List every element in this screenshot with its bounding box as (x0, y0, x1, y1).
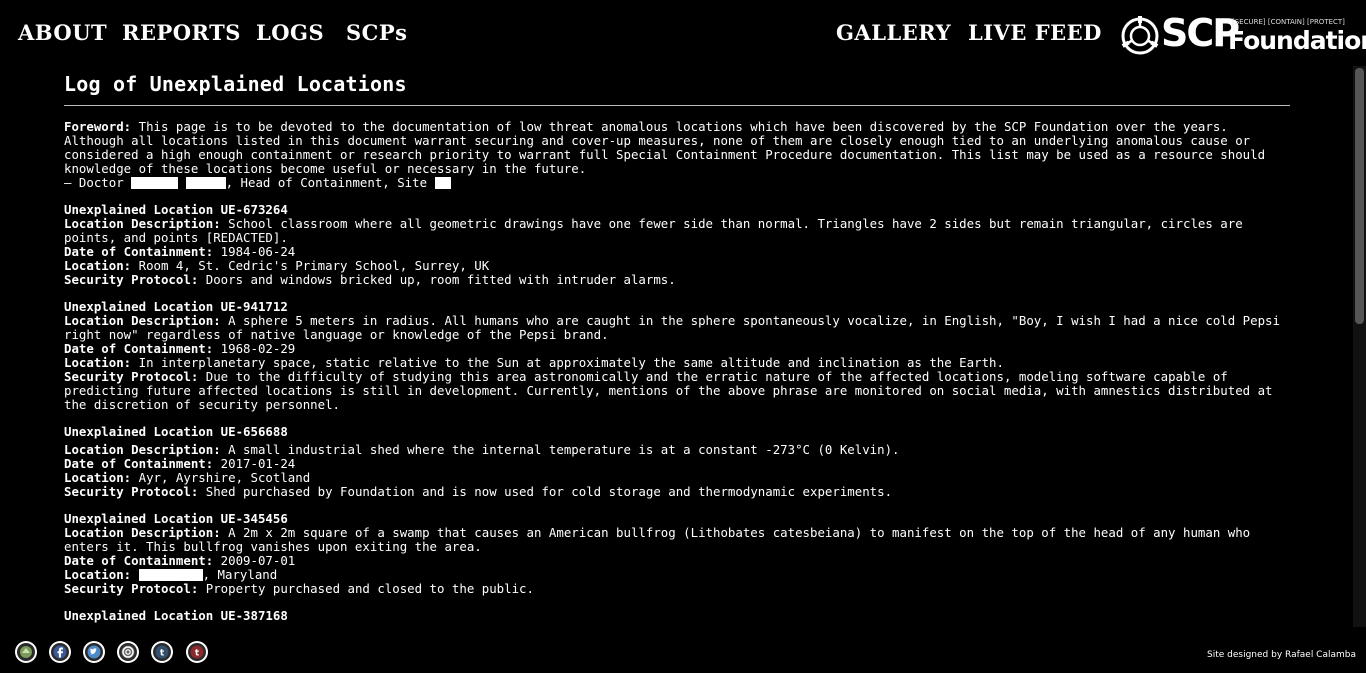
scrollbar-thumb[interactable] (1355, 68, 1364, 324)
description-text: School classroom where all geometric dra… (64, 216, 1243, 245)
tumblr-alt-icon[interactable]: t (184, 639, 210, 665)
page-scrollbar[interactable] (1353, 66, 1366, 627)
logo-foundation-text: Foundation (1228, 26, 1366, 55)
description-text: A sphere 5 meters in radius. All humans … (64, 313, 1280, 342)
scp-foundation-logo[interactable]: SCP [SECURE] [CONTAIN] [PROTECT] Foundat… (1120, 11, 1366, 58)
svg-text:t: t (160, 649, 165, 659)
entry-date: Date of Containment: 2009-07-01 (64, 554, 1290, 568)
protocol-label: Security Protocol: (64, 581, 199, 596)
twitter-icon[interactable] (81, 639, 107, 665)
entry-date: Date of Containment: 1968-02-29 (64, 342, 1290, 356)
date-label: Date of Containment: (64, 456, 214, 471)
location-value: Ayr, Ayrshire, Scotland (138, 470, 311, 485)
title-divider (64, 105, 1290, 106)
entry-protocol: Security Protocol: Doors and windows bri… (64, 273, 1290, 287)
description-text: A 2m x 2m square of a swamp that causes … (64, 525, 1251, 554)
entry-date: Date of Containment: 1984-06-24 (64, 245, 1290, 259)
protocol-value: Due to the difficulty of studying this a… (64, 369, 1273, 412)
logo-tagline: [SECURE] [CONTAIN] [PROTECT] (1232, 18, 1345, 26)
protocol-label: Security Protocol: (64, 484, 199, 499)
date-value: 1984-06-24 (220, 244, 296, 259)
date-label: Date of Containment: (64, 553, 214, 568)
entry-description: Location Description: A 2m x 2m square o… (64, 526, 1290, 554)
entry-title: Unexplained Location UE-941712 (64, 299, 288, 314)
nav-live-feed-link[interactable]: LIVE FEED (968, 20, 1102, 45)
protocol-value: Doors and windows bricked up, room fitte… (205, 272, 676, 287)
redaction-bar (138, 569, 203, 581)
foreword: Foreword: This page is to be devoted to … (64, 120, 1290, 190)
scp-seal-icon (1121, 16, 1159, 55)
redaction-bar (185, 177, 226, 189)
main-content: Log of Unexplained Locations Foreword: T… (64, 66, 1290, 627)
entry-title: Unexplained Location UE-673264 (64, 202, 288, 217)
entry-title: Unexplained Location UE-656688 (64, 424, 288, 439)
description-label: Location Description: (64, 525, 221, 540)
entry-location: Location: In interplanetary space, stati… (64, 356, 1290, 370)
entry-protocol: Security Protocol: Due to the difficulty… (64, 370, 1290, 412)
date-value: 2017-01-24 (220, 456, 296, 471)
scp-seal-icon[interactable] (115, 639, 141, 665)
location-value: In interplanetary space, static relative… (138, 355, 1004, 370)
nav-gallery-link[interactable]: GALLERY (836, 20, 951, 45)
location-label: Location: (64, 567, 132, 582)
tumblr-icon[interactable]: t (149, 639, 175, 665)
location-value: , Maryland (202, 567, 278, 582)
description-label: Location Description: (64, 442, 221, 457)
location-entry: Unexplained Location UE-387168 (64, 609, 1290, 623)
location-entry: Unexplained Location UE-941712 Location … (64, 300, 1290, 412)
date-value: 2009-07-01 (220, 553, 296, 568)
entry-protocol: Security Protocol: Property purchased an… (64, 582, 1290, 596)
location-label: Location: (64, 258, 132, 273)
logo-scp-text: SCP (1161, 11, 1240, 55)
nav-reports-link[interactable]: REPORTS (122, 20, 241, 45)
signature-suffix: , Head of Containment, Site (225, 175, 428, 190)
nav-about-link[interactable]: ABOUT (18, 20, 107, 45)
location-label: Location: (64, 470, 132, 485)
facebook-icon[interactable] (47, 639, 73, 665)
top-navigation: ABOUT REPORTS LOGS SCPs GALLERY LIVE FEE… (0, 0, 1366, 66)
date-value: 1968-02-29 (220, 341, 296, 356)
location-label: Location: (64, 355, 132, 370)
location-entry: Unexplained Location UE-345456 Location … (64, 512, 1290, 596)
description-label: Location Description: (64, 216, 221, 231)
nav-logs-link[interactable]: LOGS (256, 20, 324, 45)
entry-date: Date of Containment: 2017-01-24 (64, 457, 1290, 471)
protocol-value: Property purchased and closed to the pub… (205, 581, 534, 596)
redaction-bar (434, 177, 451, 189)
scp-wiki-icon[interactable] (13, 639, 39, 665)
entry-description: Location Description: A sphere 5 meters … (64, 314, 1290, 342)
entry-location: Location: Room 4, St. Cedric's Primary S… (64, 259, 1290, 273)
entry-description: Location Description: A small industrial… (64, 443, 1290, 457)
date-label: Date of Containment: (64, 244, 214, 259)
entry-description: Location Description: School classroom w… (64, 217, 1290, 245)
entry-protocol: Security Protocol: Shed purchased by Fou… (64, 485, 1290, 499)
protocol-label: Security Protocol: (64, 369, 199, 384)
foreword-label: Foreword: (64, 119, 132, 134)
svg-text:t: t (195, 649, 200, 659)
protocol-label: Security Protocol: (64, 272, 199, 287)
description-label: Location Description: (64, 313, 221, 328)
location-value: Room 4, St. Cedric's Primary School, Sur… (138, 258, 490, 273)
entry-title: Unexplained Location UE-387168 (64, 608, 288, 623)
nav-scps-link[interactable]: SCPs (346, 20, 408, 45)
signature-prefix: – Doctor (64, 175, 124, 190)
footer: t t Site designed by Rafael Calamba (0, 627, 1366, 673)
foreword-text: This page is to be devoted to the docume… (64, 119, 1266, 176)
site-credit: Site designed by Rafael Calamba (1207, 650, 1356, 660)
redaction-bar (131, 177, 179, 189)
entry-location: Location: , Maryland (64, 568, 1290, 582)
location-entry: Unexplained Location UE-656688 Location … (64, 425, 1290, 499)
page-title: Log of Unexplained Locations (64, 72, 407, 96)
description-text: A small industrial shed where the intern… (228, 442, 900, 457)
protocol-value: Shed purchased by Foundation and is now … (205, 484, 893, 499)
entry-title: Unexplained Location UE-345456 (64, 511, 288, 526)
entry-location: Location: Ayr, Ayrshire, Scotland (64, 471, 1290, 485)
location-entry: Unexplained Location UE-673264 Location … (64, 203, 1290, 287)
date-label: Date of Containment: (64, 341, 214, 356)
